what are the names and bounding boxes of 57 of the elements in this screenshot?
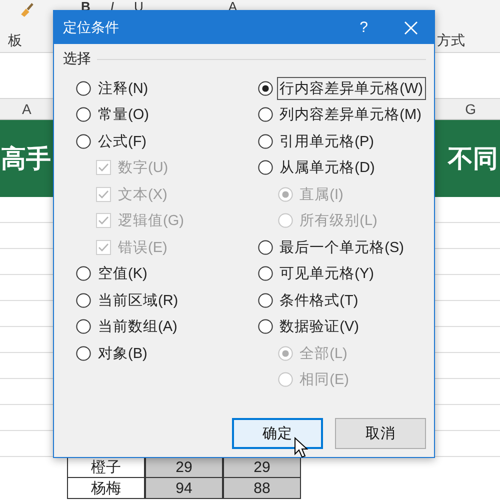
option-label: 错误(E)	[117, 238, 168, 258]
option-label: 全部(L)	[298, 344, 348, 364]
radio-button[interactable]	[258, 160, 273, 176]
radio-button[interactable]	[258, 319, 273, 334]
radio-button[interactable]	[76, 319, 91, 334]
option-label: 从属单元格(D)	[278, 159, 376, 178]
option-label: 当前区域(R)	[97, 292, 180, 311]
table-cell: 88	[223, 478, 301, 499]
option-label: 引用单元格(P)	[278, 132, 375, 152]
banner-text: 高手	[1, 144, 51, 175]
close-icon[interactable]	[404, 20, 418, 34]
banner-text: 不同	[448, 144, 498, 175]
table-cell: 29	[223, 457, 301, 478]
option-label: 最后一个单元格(S)	[278, 238, 405, 258]
option-label: 所有级别(L)	[298, 212, 378, 232]
option-label: 注释(N)	[97, 80, 150, 99]
ribbon-group-label: 板	[8, 32, 22, 50]
option-label: 数据验证(V)	[278, 318, 360, 338]
table-cell: 94	[145, 478, 223, 499]
option-label: 数字(U)	[117, 158, 170, 178]
radio-button[interactable]	[258, 80, 273, 96]
option-label: 公式(F)	[97, 132, 148, 152]
radio-button[interactable]	[258, 240, 273, 255]
option-label: 当前数组(A)	[97, 318, 178, 338]
option-label: 行内容差异单元格(W)	[276, 76, 426, 100]
ribbon-group-label: 方式	[437, 32, 465, 50]
column-header[interactable]: A	[22, 101, 32, 117]
help-button[interactable]: ?	[360, 19, 368, 36]
option-label: 逻辑值(G)	[117, 212, 185, 232]
option-label: 常量(O)	[97, 106, 150, 126]
radio-button[interactable]	[76, 292, 91, 308]
group-label: 选择	[63, 50, 91, 68]
option-label: 直属(I)	[298, 186, 344, 205]
option-label: 空值(K)	[97, 265, 148, 284]
option-label: 相同(E)	[298, 371, 350, 390]
option-label: 文本(X)	[117, 186, 168, 205]
table-cell: 杨梅	[67, 478, 145, 499]
mouse-cursor-icon	[294, 437, 308, 458]
radio-button[interactable]	[258, 266, 273, 282]
cancel-button[interactable]: 取消	[335, 418, 426, 449]
radio-button[interactable]	[76, 107, 91, 122]
column-header[interactable]: G	[465, 101, 476, 117]
radio-button[interactable]	[258, 134, 273, 149]
radio-button[interactable]	[76, 80, 91, 96]
ok-button[interactable]: 确定	[232, 418, 323, 449]
radio-button[interactable]	[258, 292, 273, 308]
option-label: 条件格式(T)	[278, 292, 360, 311]
radio-button[interactable]	[76, 134, 91, 149]
radio-button[interactable]	[76, 266, 91, 282]
option-label: 列内容差异单元格(M)	[278, 106, 422, 126]
option-label: 对象(B)	[97, 344, 148, 364]
radio-button[interactable]	[258, 107, 273, 122]
option-label: 可见单元格(Y)	[278, 265, 375, 284]
window-title: 定位条件	[63, 18, 120, 36]
table-cell: 29	[145, 457, 223, 478]
table-cell: 橙子	[67, 457, 145, 478]
radio-button[interactable]	[76, 346, 91, 361]
